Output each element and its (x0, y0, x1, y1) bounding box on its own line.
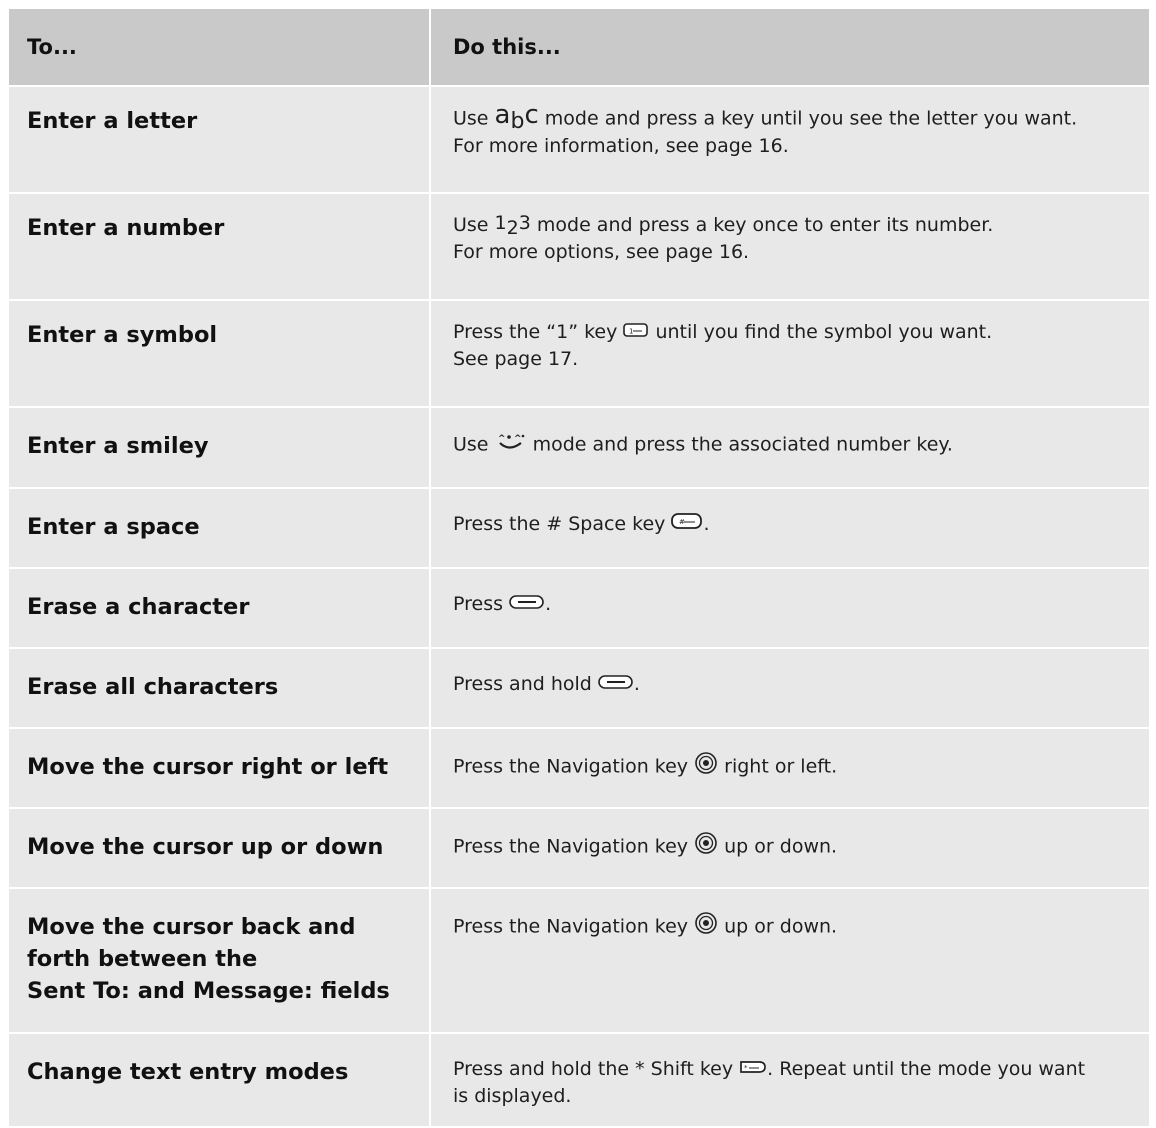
row-description: Press the “1” key 1 until you find the s… (453, 319, 993, 370)
svg-text:1: 1 (629, 328, 633, 336)
table-row: Erase all characters Press and hold . (7, 647, 1151, 729)
row-action: Enter a space (27, 514, 200, 540)
header-do-this: Do this... (429, 7, 1151, 87)
row-action: Move the cursor right or left (27, 754, 389, 780)
row-description: Press the Navigation key up or down. (431, 889, 1149, 943)
table-row: Enter a space Press the # Space key # . (7, 487, 1151, 569)
table-row: Erase a character Press . (7, 567, 1151, 649)
row-description: Press and hold the * Shift key * . Repea… (453, 1056, 1086, 1107)
row-description: Press the Navigation key right or left. (431, 729, 1149, 783)
row-action: Enter a number (27, 215, 225, 241)
abc-mode-icon: abc (494, 100, 539, 135)
row-action: Enter a letter (27, 108, 198, 134)
row-description: Use 123 mode and press a key once to ent… (453, 212, 994, 263)
shift-key-icon: * (739, 1056, 767, 1083)
row-action: Change text entry modes (27, 1059, 349, 1085)
row-description: Press the # Space key # . (431, 489, 1149, 538)
row-action: Move the cursor back and forth between t… (27, 914, 390, 1004)
svg-text:*: * (744, 1064, 748, 1072)
row-description: Press and hold . (431, 649, 1149, 698)
space-key-icon: # (671, 511, 703, 538)
navigation-key-icon (694, 911, 718, 943)
table-row: Move the cursor up or down Press the Nav… (7, 807, 1151, 889)
text-entry-table: To... Do this... Enter a letter Use abc … (7, 7, 1151, 1128)
row-action: Enter a smiley (27, 433, 209, 459)
row-description: Use abc mode and press a key until you s… (453, 100, 1078, 158)
1-key-icon: 1 (623, 319, 649, 346)
row-description: Press . (431, 569, 1149, 618)
table-header-row: To... Do this... (7, 7, 1151, 87)
row-action: Erase all characters (27, 674, 279, 700)
table-row: Change text entry modes Press and hold t… (7, 1032, 1151, 1128)
navigation-key-icon (694, 831, 718, 863)
smiley-mode-icon: ^ ^ (495, 430, 527, 460)
table-row: Enter a number Use 123 mode and press a … (7, 192, 1151, 301)
table-row: Enter a symbol Press the “1” key 1 until… (7, 299, 1151, 408)
row-action: Erase a character (27, 594, 250, 620)
row-action: Enter a symbol (27, 322, 218, 348)
table-row: Move the cursor right or left Press the … (7, 727, 1151, 809)
table-row: Enter a letter Use abc mode and press a … (7, 85, 1151, 194)
back-key-icon (598, 671, 634, 698)
svg-text:^: ^ (498, 434, 506, 444)
table-row: Enter a smiley Use ^ ^ mode and press the… (7, 406, 1151, 489)
table-row: Move the cursor back and forth between t… (7, 887, 1151, 1034)
row-description: Use ^ ^ mode and press the associated num… (431, 408, 1149, 460)
header-to: To... (7, 7, 431, 87)
row-action: Move the cursor up or down (27, 834, 384, 860)
back-key-icon (509, 591, 545, 618)
navigation-key-icon (694, 751, 718, 783)
123-mode-icon: 123 (494, 212, 531, 239)
row-description: Press the Navigation key up or down. (431, 809, 1149, 863)
